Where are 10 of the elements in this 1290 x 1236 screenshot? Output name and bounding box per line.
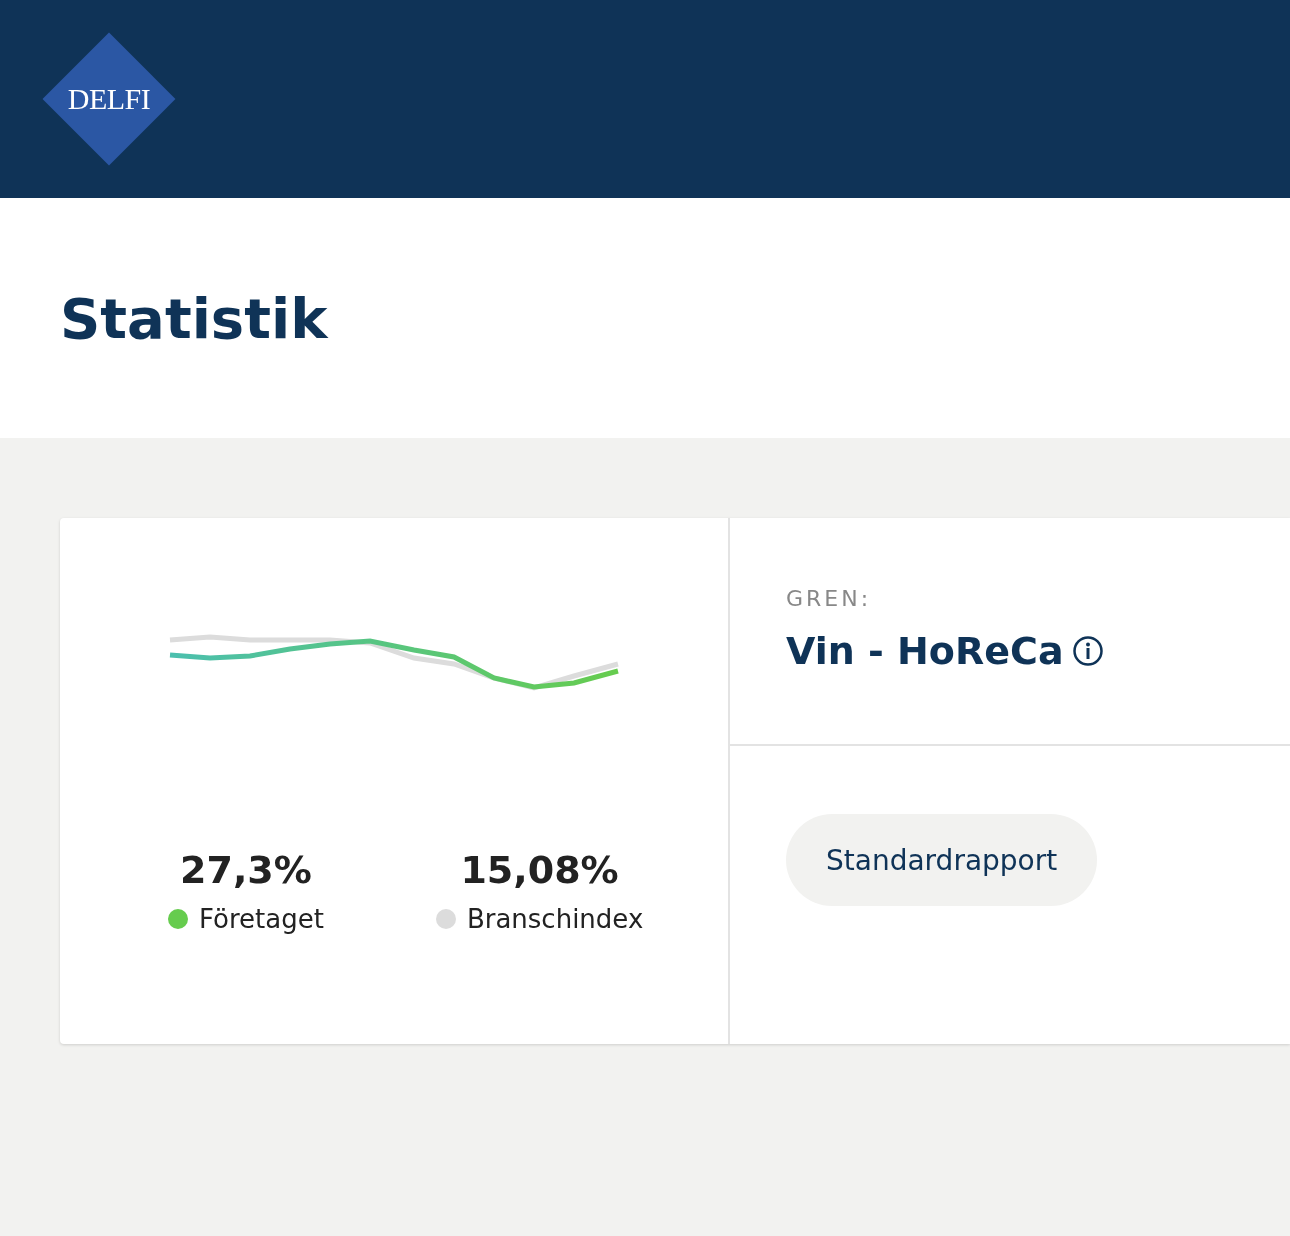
legend-label: Branschindex bbox=[466, 904, 644, 934]
legend-label: Företaget bbox=[199, 904, 324, 934]
info-icon[interactable] bbox=[1071, 635, 1104, 667]
stat-value: 15,08% bbox=[460, 848, 619, 892]
logo[interactable]: DELFI bbox=[42, 32, 176, 166]
report-button[interactable]: Standardrapport bbox=[786, 814, 1098, 906]
branch-name: Vin - HoReCa bbox=[786, 629, 1064, 673]
page-title: Statistik bbox=[60, 285, 328, 351]
stat-value: 27,3% bbox=[180, 848, 312, 892]
branch-label: GREN: bbox=[786, 586, 873, 611]
